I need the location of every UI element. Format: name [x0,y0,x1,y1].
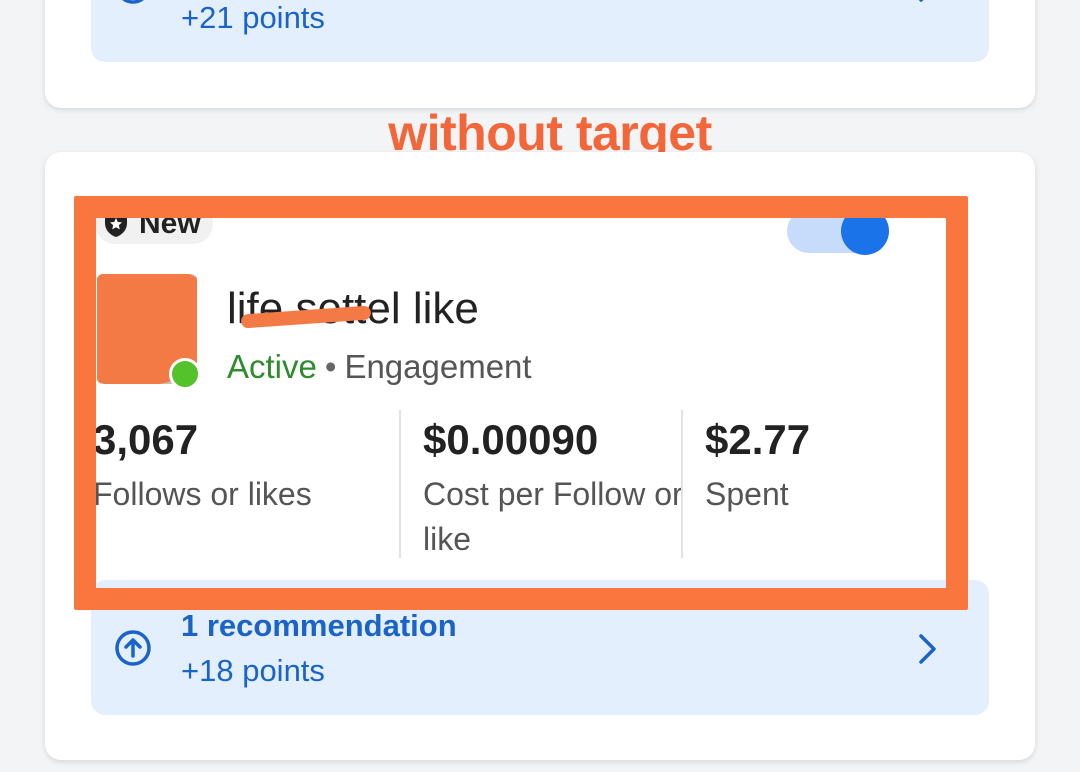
recommendation-points: +18 points [181,653,325,688]
recommendation-title: 1 recommendation [181,608,457,643]
campaign-card-previous: +21 points [45,0,1035,108]
arrow-up-circle-icon [122,0,144,4]
chevron-right-icon [919,0,924,2]
annotation-highlight-box [74,196,968,610]
chevron-right-icon [919,634,936,664]
recommendation-banner-previous[interactable]: +21 points [91,0,989,62]
arrow-up-circle-icon [115,630,151,666]
screen: +21 points without target New life sette… [0,0,1080,772]
recommendation-points: +21 points [181,0,325,35]
